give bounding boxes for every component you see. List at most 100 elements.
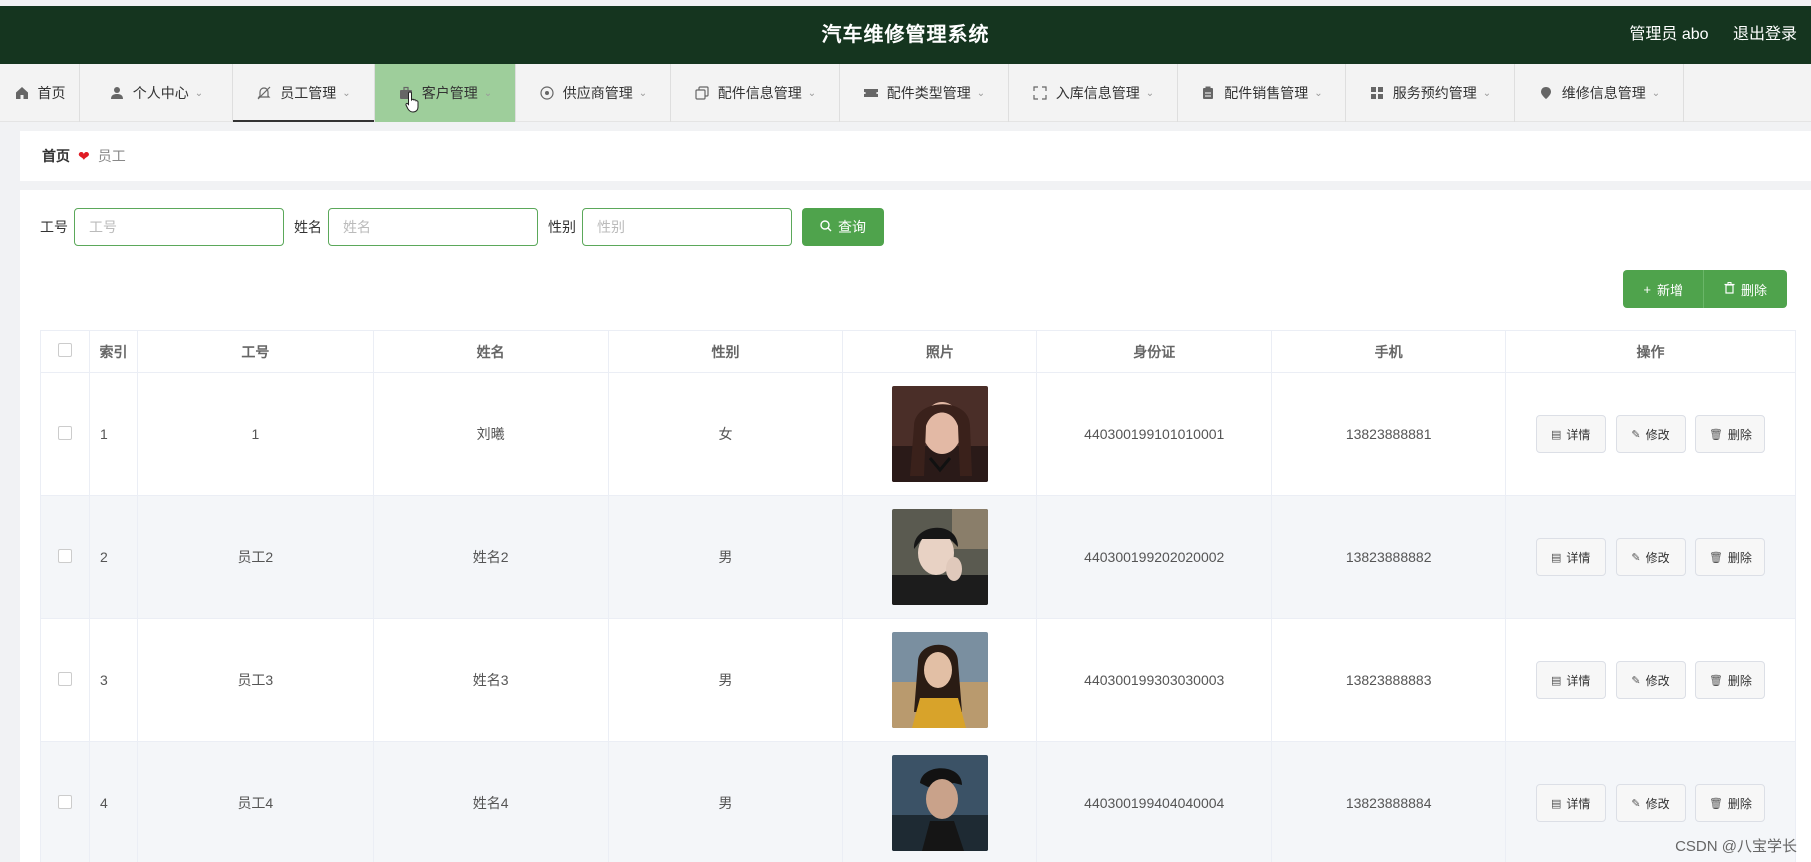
grid-icon: [1369, 85, 1385, 101]
nav-item-label: 配件销售管理: [1224, 85, 1309, 101]
delete-button[interactable]: 🗑 删除: [1695, 538, 1766, 576]
app-title: 汽车维修管理系统: [821, 24, 990, 46]
edit-button[interactable]: ✎ 修改: [1615, 415, 1686, 453]
document-icon: ▤: [1550, 674, 1562, 687]
row-index: 2: [88, 495, 138, 619]
trash-icon: 🗑: [1708, 428, 1723, 441]
row-index: 3: [88, 618, 138, 742]
employee-photo: [891, 632, 988, 728]
nav-item-employee-management[interactable]: 员工管理 ⌄: [233, 64, 375, 122]
plus-icon: +: [1643, 281, 1651, 297]
detail-label: 详情: [1566, 427, 1591, 442]
nav-item-label: 员工管理: [280, 85, 337, 101]
trash-icon: 🗑: [1708, 797, 1723, 810]
chevron-down-icon: ⌄: [1482, 87, 1492, 99]
nav-item-label: 服务预约管理: [1392, 85, 1477, 101]
employee-table: 索引 工号 姓名 性别 照片 身份证 手机 操作 1 1 刘曦 女 440300…: [40, 330, 1796, 862]
nav-item-supplier-management[interactable]: 供应商管理 ⌄: [516, 64, 671, 122]
edit-button[interactable]: ✎ 修改: [1615, 661, 1686, 699]
chevron-down-icon: ⌄: [1314, 87, 1323, 99]
location-icon: [1538, 85, 1554, 101]
hand-cursor-icon: [405, 91, 419, 113]
detail-button[interactable]: ▤ 详情: [1535, 661, 1606, 699]
nav-item-personal-center[interactable]: 个人中心 ⌄: [80, 64, 233, 122]
nav-item-inbound-info-management[interactable]: 入库信息管理 ⌄: [1009, 64, 1178, 122]
nav-item-label: 首页: [37, 85, 66, 101]
table-actions: + 新增 删除: [1623, 270, 1787, 308]
employee-photo: [891, 755, 988, 851]
breadcrumb: 首页 ❤ 员工: [20, 131, 1811, 181]
query-button[interactable]: 查询: [802, 208, 884, 246]
job-no-cell: 员工2: [136, 495, 374, 619]
pencil-icon: ✎: [1631, 797, 1641, 810]
nav-item-customer-management[interactable]: 客户管理 ⌄: [375, 64, 516, 122]
logout-button[interactable]: 退出登录: [1733, 26, 1797, 43]
chevron-down-icon: ⌄: [1145, 87, 1155, 99]
employee-photo: [891, 386, 988, 482]
edit-label: 修改: [1645, 796, 1670, 811]
id-card-cell: 440300199101010001: [1036, 372, 1273, 496]
name-label: 姓名: [294, 219, 322, 235]
photo-cell: [842, 618, 1038, 742]
row-actions-cell: ▤ 详情 ✎ 修改 🗑 删除: [1505, 372, 1796, 496]
row-checkbox[interactable]: [57, 548, 72, 563]
nav-item-label: 维修信息管理: [1561, 85, 1646, 101]
name-cell: 姓名3: [372, 618, 609, 742]
select-all-checkbox[interactable]: [57, 343, 72, 357]
detail-button[interactable]: ▤ 详情: [1535, 784, 1606, 822]
breadcrumb-home[interactable]: 首页: [42, 146, 70, 166]
row-checkbox[interactable]: [57, 425, 72, 440]
gender-input[interactable]: [582, 208, 792, 246]
app-header: 汽车维修管理系统 管理员 abo 退出登录: [0, 6, 1811, 64]
nav-item-label: 客户管理: [421, 85, 478, 101]
compass-icon: [539, 85, 555, 101]
job-no-cell: 员工4: [136, 741, 374, 862]
nav-item-label: 供应商管理: [562, 85, 633, 101]
nav-item-repair-info-management[interactable]: 维修信息管理 ⌄: [1515, 64, 1684, 122]
nav-item-parts-info-management[interactable]: 配件信息管理 ⌄: [671, 64, 840, 122]
search-icon: [820, 219, 832, 235]
row-checkbox[interactable]: [57, 794, 72, 809]
add-button-label: 新增: [1656, 282, 1683, 298]
nav-item-home[interactable]: 首页: [0, 64, 80, 122]
column-header: 姓名: [372, 330, 609, 373]
document-icon: ▤: [1550, 428, 1562, 441]
delete-button[interactable]: 🗑 删除: [1695, 661, 1766, 699]
nav-item-parts-type-management[interactable]: 配件类型管理 ⌄: [840, 64, 1009, 122]
document-icon: [1200, 85, 1216, 101]
column-header: 性别: [607, 330, 844, 373]
job-no-input[interactable]: [74, 208, 284, 246]
job-no-cell: 员工3: [136, 618, 374, 742]
gender-cell: 男: [607, 618, 844, 742]
column-header: 照片: [842, 330, 1038, 373]
detail-button[interactable]: ▤ 详情: [1535, 415, 1606, 453]
nav-item-label: 配件类型管理: [886, 85, 971, 101]
nav-item-service-booking-management[interactable]: 服务预约管理 ⌄: [1346, 64, 1515, 122]
document-icon: ▤: [1550, 551, 1562, 564]
edit-button[interactable]: ✎ 修改: [1615, 784, 1686, 822]
add-button[interactable]: + 新增: [1623, 270, 1703, 308]
detail-button[interactable]: ▤ 详情: [1535, 538, 1606, 576]
table-row: 4 员工4 姓名4 男 440300199404040004 138238888…: [40, 741, 1796, 862]
batch-delete-button[interactable]: 删除: [1702, 270, 1787, 308]
row-checkbox[interactable]: [57, 671, 72, 686]
delete-label: 删除: [1727, 427, 1752, 442]
column-header: 操作: [1505, 330, 1796, 373]
delete-label: 删除: [1727, 673, 1752, 688]
pencil-icon: ✎: [1631, 551, 1641, 564]
column-header: 工号: [136, 330, 374, 373]
job-no-label: 工号: [40, 219, 68, 235]
column-header: 索引: [88, 330, 138, 373]
photo-cell: [842, 372, 1038, 496]
gender-cell: 女: [607, 372, 844, 496]
row-select-cell: [40, 372, 90, 496]
pencil-icon: ✎: [1631, 428, 1641, 441]
photo-cell: [842, 495, 1038, 619]
nav-item-parts-sales-management[interactable]: 配件销售管理 ⌄: [1178, 64, 1346, 122]
search-bar: 工号 姓名 性别 查询: [40, 208, 884, 246]
delete-button[interactable]: 🗑 删除: [1695, 784, 1766, 822]
pencil-icon: ✎: [1631, 674, 1641, 687]
edit-button[interactable]: ✎ 修改: [1615, 538, 1686, 576]
delete-button[interactable]: 🗑 删除: [1695, 415, 1766, 453]
name-input[interactable]: [328, 208, 538, 246]
